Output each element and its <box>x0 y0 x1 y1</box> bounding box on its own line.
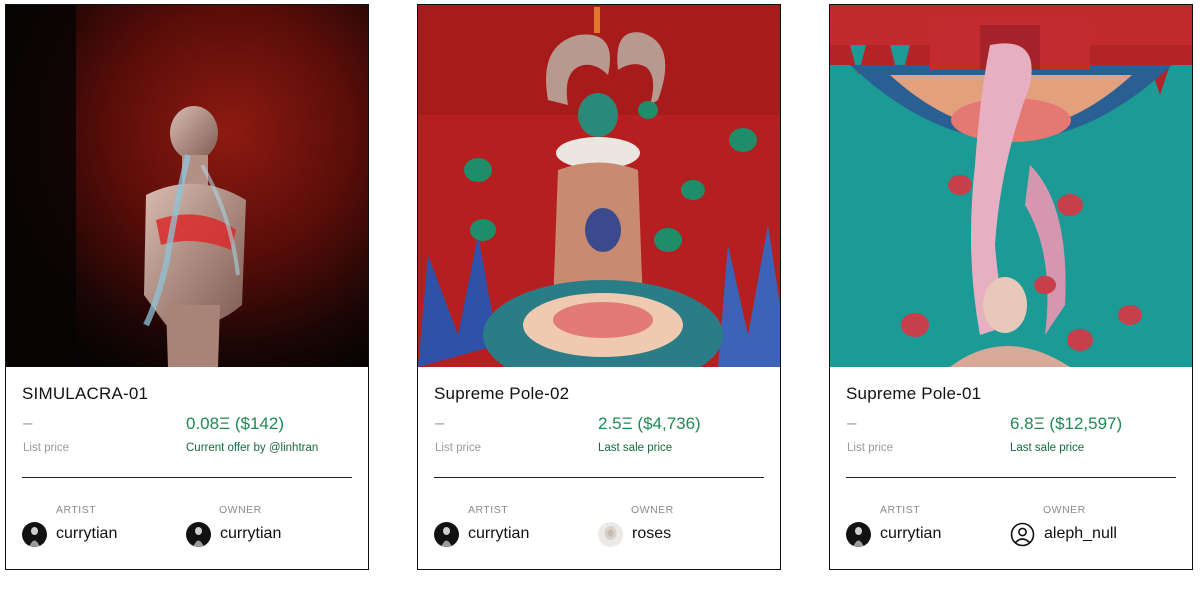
list-price-value: – <box>847 413 857 432</box>
artist-name: currytian <box>880 525 942 542</box>
owner-label: OWNER <box>219 504 262 516</box>
divider <box>434 477 764 478</box>
last-sale-price: 2.5Ξ ($4,736) <box>598 414 701 433</box>
owner-label: OWNER <box>1043 504 1086 516</box>
artist-link[interactable]: currytian <box>434 521 529 547</box>
artist-label: ARTIST <box>468 504 509 516</box>
artwork-title[interactable]: Supreme Pole-01 <box>846 384 981 404</box>
artwork-image[interactable] <box>830 5 1192 367</box>
list-price-label: List price <box>847 442 894 454</box>
list-price-label: List price <box>23 442 70 454</box>
artwork-title[interactable]: Supreme Pole-02 <box>434 384 569 404</box>
artist-name: currytian <box>56 525 118 542</box>
owner-avatar <box>598 521 623 547</box>
last-sale-price: 6.8Ξ ($12,597) <box>1010 414 1123 433</box>
artwork-image[interactable] <box>418 5 780 367</box>
last-sale-label: Last sale price <box>1010 442 1085 454</box>
owner-link[interactable]: currytian <box>186 521 281 547</box>
artist-label: ARTIST <box>56 504 97 516</box>
artist-name: currytian <box>468 525 530 542</box>
artist-link[interactable]: currytian <box>846 521 941 547</box>
artist-link[interactable]: currytian <box>22 521 117 547</box>
artist-label: ARTIST <box>880 504 921 516</box>
owner-name: currytian <box>220 525 282 542</box>
owner-name: aleph_null <box>1044 525 1117 542</box>
artwork-title[interactable]: SIMULACRA-01 <box>22 384 148 404</box>
artist-avatar <box>22 521 47 547</box>
list-price-value: – <box>23 413 33 432</box>
list-price-label: List price <box>435 442 482 454</box>
nft-card-supreme-pole-02[interactable]: Supreme Pole-02 – 2.5Ξ ($4,736) List pri… <box>417 4 781 570</box>
list-price-value: – <box>435 413 445 432</box>
owner-link[interactable]: roses <box>598 521 671 547</box>
nft-card-supreme-pole-01[interactable]: Supreme Pole-01 – 6.8Ξ ($12,597) List pr… <box>829 4 1193 570</box>
last-sale-label: Last sale price <box>598 442 673 454</box>
owner-link[interactable]: aleph_null <box>1010 521 1117 547</box>
owner-label: OWNER <box>631 504 674 516</box>
artist-avatar <box>846 521 871 547</box>
artist-avatar <box>434 521 459 547</box>
nft-card-simulacra-01[interactable]: SIMULACRA-01 – 0.08Ξ ($142) List price C… <box>5 4 369 570</box>
owner-avatar <box>186 521 211 547</box>
divider <box>846 477 1176 478</box>
user-circle-icon <box>1010 521 1035 547</box>
artwork-image[interactable] <box>6 5 368 367</box>
offer-label[interactable]: Current offer by @linhtran <box>186 442 318 454</box>
owner-name: roses <box>632 525 672 542</box>
divider <box>22 477 352 478</box>
offer-price: 0.08Ξ ($142) <box>186 414 284 433</box>
